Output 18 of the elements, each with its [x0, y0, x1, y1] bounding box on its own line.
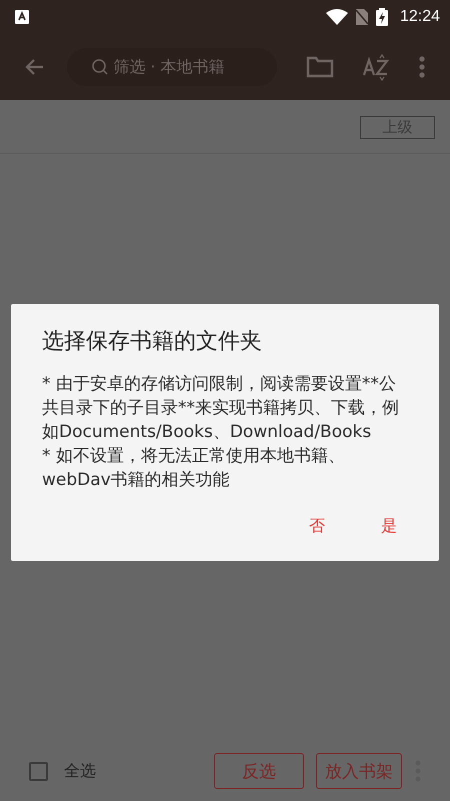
checkbox[interactable]	[29, 762, 48, 780]
no-button[interactable]: 否	[301, 512, 333, 541]
yes-button[interactable]: 是	[373, 512, 405, 541]
wifi-icon	[326, 8, 348, 24]
sort-az-icon[interactable]	[362, 52, 390, 80]
folder-icon[interactable]	[306, 54, 334, 78]
no-sim-icon	[356, 8, 368, 24]
invert-selection-button[interactable]: 反选	[214, 753, 304, 789]
dialog-message: * 由于安卓的存储访问限制，阅读需要设置**公共目录下的子目录**来实现书籍拷贝、下载，例如Documents/Books、Download/Books	[42, 373, 400, 444]
add-to-shelf-button[interactable]: 放入书架	[316, 753, 402, 789]
select-all-label[interactable]: 全选	[64, 760, 96, 782]
clock: 12:24	[400, 8, 440, 26]
battery-charging-icon	[376, 8, 388, 26]
more-options-icon[interactable]	[418, 54, 426, 78]
dialog-message: * 如不设置，将无法正常使用本地书籍、webDav书籍的相关功能	[42, 445, 346, 492]
app-notification-icon	[15, 10, 29, 24]
search-field[interactable]: 筛选 · 本地书籍	[67, 48, 278, 86]
dialog-title: 选择保存书籍的文件夹	[42, 328, 263, 356]
